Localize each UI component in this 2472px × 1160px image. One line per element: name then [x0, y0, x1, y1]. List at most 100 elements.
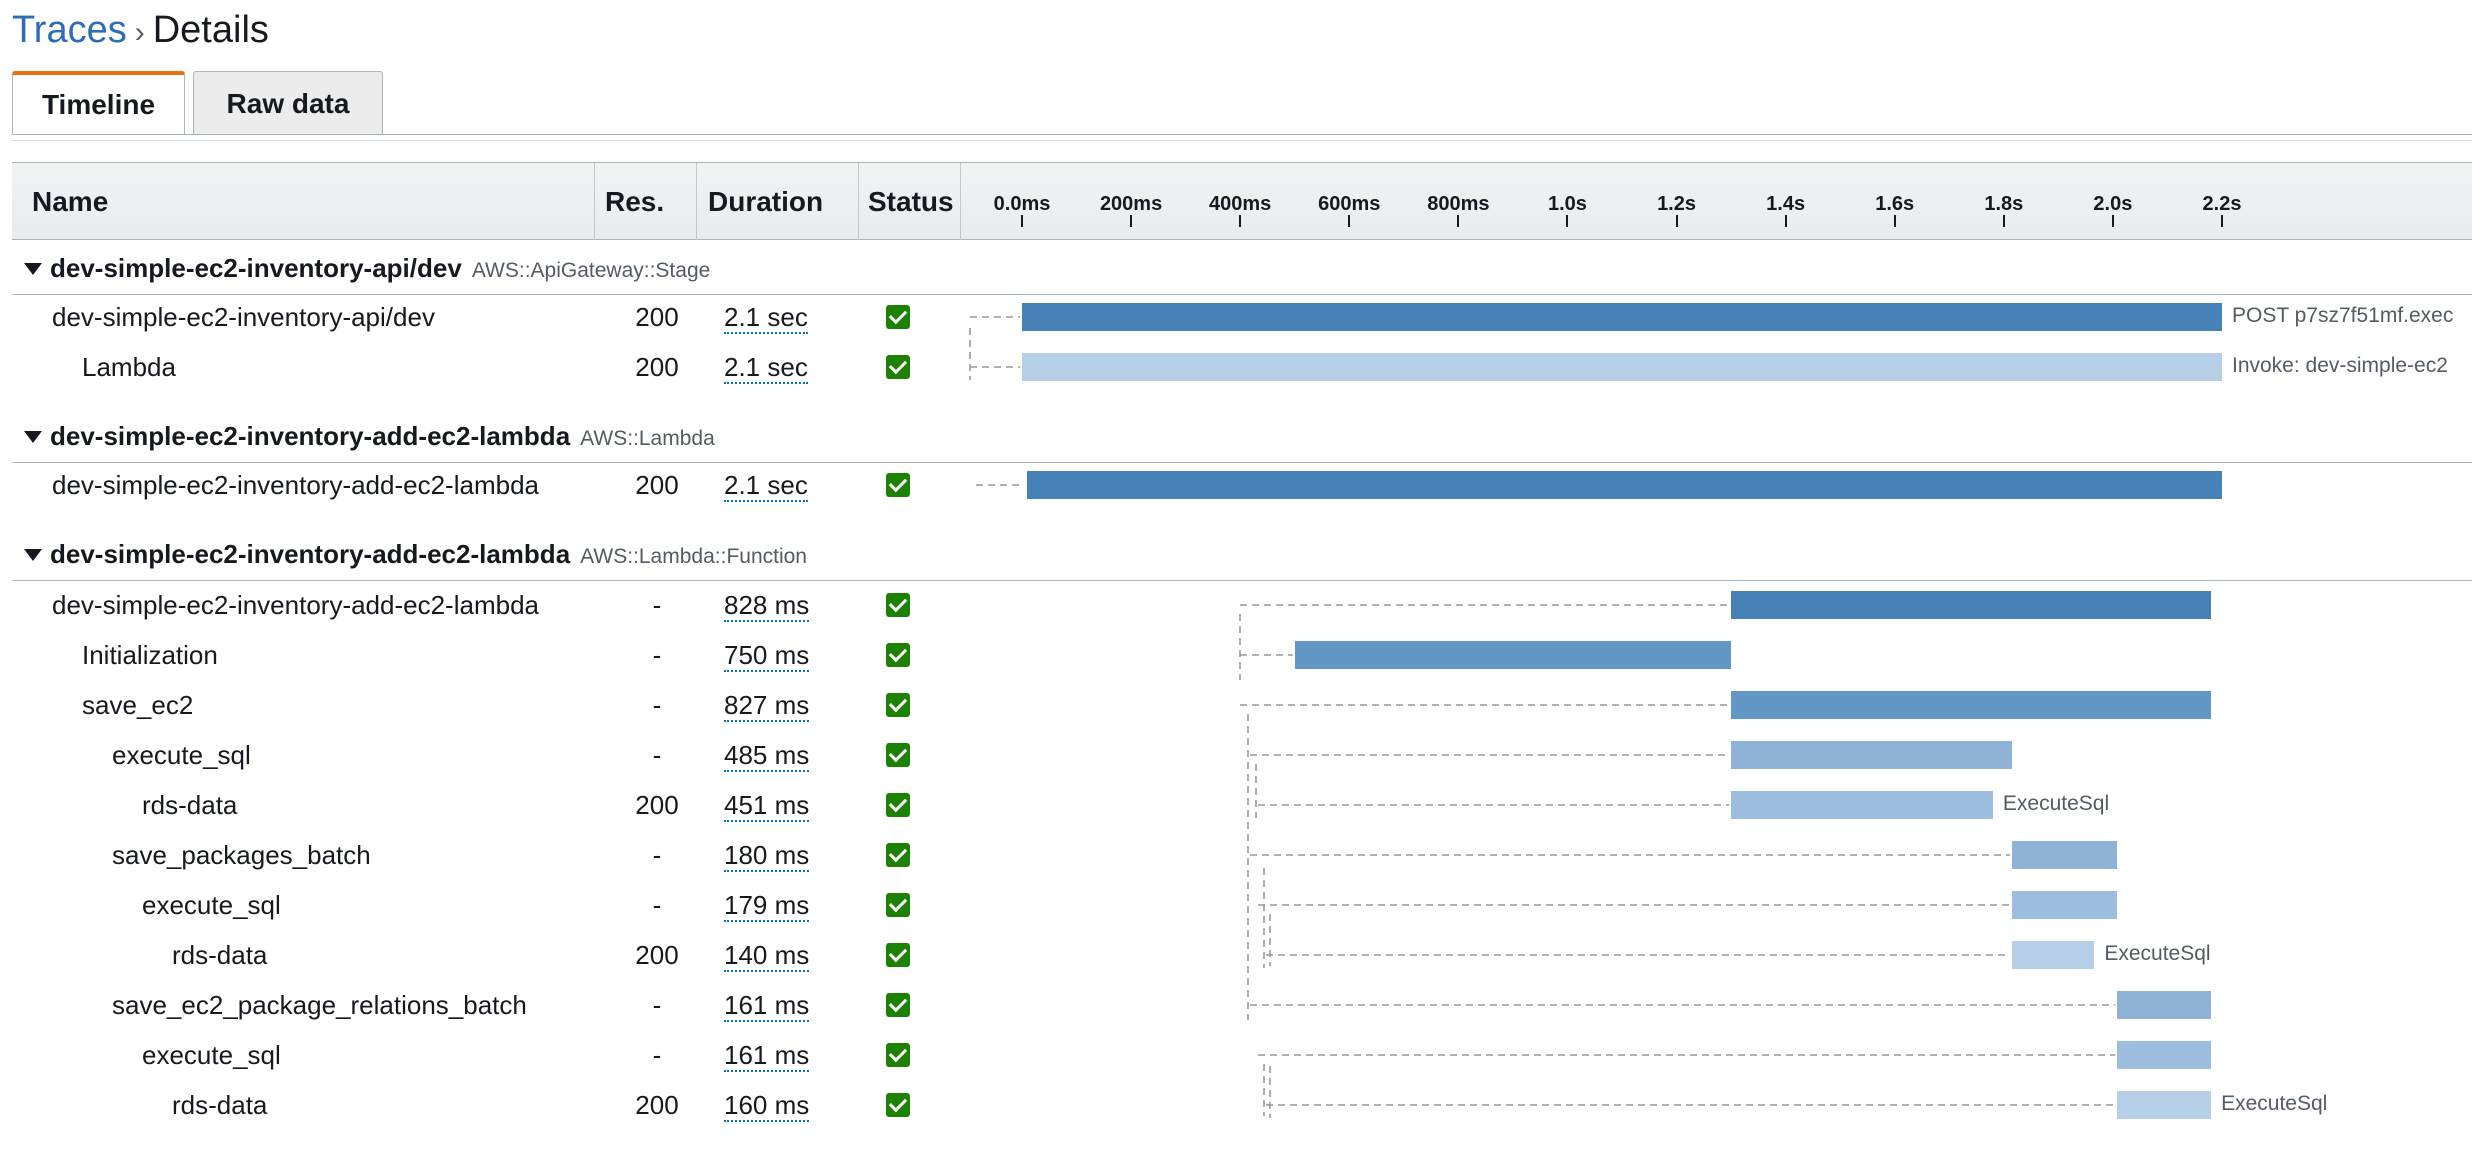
timeline-bar[interactable]: [1731, 791, 1993, 819]
tab-divider: [12, 134, 2472, 135]
status-ok-icon[interactable]: [886, 305, 910, 329]
timeline-bar[interactable]: [1027, 471, 2222, 499]
trace-row[interactable]: execute_sql - 485 ms: [12, 730, 2472, 780]
duration-value[interactable]: 2.1 sec: [724, 470, 808, 502]
segment-annotation: POST p7sz7f51mf.exec: [2231, 304, 2454, 327]
column-duration-header[interactable]: Duration: [708, 163, 823, 240]
status-ok-icon[interactable]: [886, 693, 910, 717]
status-ok-icon[interactable]: [886, 593, 910, 617]
duration-value[interactable]: 161 ms: [724, 990, 810, 1022]
status-ok-icon[interactable]: [886, 743, 910, 767]
segment-name: dev-simple-ec2-inventory-add-ec2-lambda: [52, 590, 539, 620]
trace-row[interactable]: dev-simple-ec2-inventory-api/dev 200 2.1 s…: [12, 292, 2472, 342]
group-name: dev-simple-ec2-inventory-api/dev AWS::Api…: [50, 253, 710, 284]
timeline-bar[interactable]: [2011, 891, 2118, 919]
status-ok-icon[interactable]: [886, 943, 910, 967]
status-ok-icon[interactable]: [886, 893, 910, 917]
trace-row[interactable]: Lambda 200 2.1 sec Invoke: dev-simple-ec2: [12, 342, 2472, 392]
column-status-header[interactable]: Status: [868, 163, 954, 240]
column-name-header[interactable]: Name: [32, 163, 108, 240]
status-ok-icon[interactable]: [886, 473, 910, 497]
duration-value[interactable]: 180 ms: [724, 840, 810, 872]
timeline-bar[interactable]: [1731, 691, 2212, 719]
axis-tick-mark: [1893, 215, 1896, 227]
timeline-bar[interactable]: [2117, 1041, 2212, 1069]
status-ok-icon[interactable]: [886, 1093, 910, 1117]
duration-value[interactable]: 160 ms: [724, 1090, 810, 1122]
tab-timeline[interactable]: Timeline: [12, 71, 185, 135]
timeline-bar[interactable]: [2117, 1091, 2212, 1119]
status-ok-icon[interactable]: [886, 993, 910, 1017]
status-ok-icon[interactable]: [886, 643, 910, 667]
axis-tick-mark: [1784, 215, 1787, 227]
timeline-bar[interactable]: [1022, 353, 2222, 381]
group-header[interactable]: dev-simple-ec2-inventory-add-ec2-lambda A…: [12, 531, 2472, 581]
status-ok-icon[interactable]: [886, 843, 910, 867]
status-ok-icon[interactable]: [886, 355, 910, 379]
duration-value[interactable]: 750 ms: [724, 640, 810, 672]
duration-value[interactable]: 828 ms: [724, 590, 810, 622]
group-name: dev-simple-ec2-inventory-add-ec2-lambda A…: [50, 539, 807, 570]
duration-value[interactable]: 161 ms: [724, 1040, 810, 1072]
duration-value[interactable]: 140 ms: [724, 940, 810, 972]
group-type: AWS::Lambda::Function: [580, 545, 807, 568]
segment-name: save_packages_batch: [112, 840, 371, 870]
duration-value[interactable]: 179 ms: [724, 890, 810, 922]
axis-tick-label: 1.0s: [1547, 193, 1587, 215]
axis-tick-label: 2.2s: [2202, 193, 2242, 215]
collapse-caret-icon[interactable]: [24, 263, 42, 275]
duration-value[interactable]: 485 ms: [724, 740, 810, 772]
trace-row[interactable]: dev-simple-ec2-inventory-add-ec2-lambda 2…: [12, 460, 2472, 510]
timeline-bar[interactable]: [1294, 641, 1732, 669]
trace-row[interactable]: save_ec2 - 827 ms: [12, 680, 2472, 730]
trace-row[interactable]: rds-data 200 451 ms ExecuteSql: [12, 780, 2472, 830]
group-header[interactable]: dev-simple-ec2-inventory-api/dev AWS::Api…: [12, 245, 2472, 295]
trace-row[interactable]: save_packages_batch - 180 ms: [12, 830, 2472, 880]
segment-name: rds-data: [172, 1090, 268, 1120]
segment-name: dev-simple-ec2-inventory-add-ec2-lambda: [52, 470, 539, 500]
breadcrumb-traces-link[interactable]: Traces: [12, 9, 127, 51]
breadcrumb-separator: ›: [134, 16, 145, 49]
response-code: -: [652, 640, 662, 670]
collapse-caret-icon[interactable]: [24, 549, 42, 561]
trace-row[interactable]: save_ec2_package_relations_batch - 161 ms: [12, 980, 2472, 1030]
segment-name: save_ec2: [82, 690, 194, 720]
timeline-bar[interactable]: [1731, 591, 2212, 619]
axis-tick-mark: [2220, 215, 2223, 227]
tab-raw-data[interactable]: Raw data: [193, 71, 383, 135]
group-type: AWS::Lambda: [580, 427, 715, 450]
axis-tick-mark: [2111, 215, 2114, 227]
axis-tick-mark: [1239, 215, 1242, 227]
column-divider: [960, 163, 961, 240]
timeline-bar[interactable]: [2011, 941, 2095, 969]
timeline-bar[interactable]: [2117, 991, 2212, 1019]
group-name: dev-simple-ec2-inventory-add-ec2-lambda A…: [50, 421, 715, 452]
trace-row[interactable]: rds-data 200 140 ms ExecuteSql: [12, 930, 2472, 980]
response-code: -: [652, 690, 662, 720]
trace-row[interactable]: execute_sql - 161 ms: [12, 1030, 2472, 1080]
timeline-bar[interactable]: [2011, 841, 2118, 869]
status-ok-icon[interactable]: [886, 1043, 910, 1067]
timeline-bar[interactable]: [1731, 741, 2012, 769]
trace-row[interactable]: Initialization - 750 ms: [12, 630, 2472, 680]
duration-value[interactable]: 451 ms: [724, 790, 810, 822]
trace-row[interactable]: rds-data 200 160 ms ExecuteSql: [12, 1080, 2472, 1130]
timeline-bar[interactable]: [1022, 303, 2222, 331]
table-header: Name Res. Duration Status 0.0ms 200ms 400m…: [12, 162, 2472, 240]
trace-row[interactable]: execute_sql - 179 ms: [12, 880, 2472, 930]
response-code: -: [652, 740, 662, 770]
group-header[interactable]: dev-simple-ec2-inventory-add-ec2-lambda A…: [12, 413, 2472, 463]
axis-tick-mark: [1675, 215, 1678, 227]
segment-name: execute_sql: [142, 1040, 281, 1070]
axis-tick-label: 1.4s: [1766, 193, 1806, 215]
segment-name: dev-simple-ec2-inventory-api/dev: [52, 302, 435, 332]
segment-name: Initialization: [82, 640, 218, 670]
column-res-header[interactable]: Res.: [605, 163, 664, 240]
duration-value[interactable]: 2.1 sec: [724, 352, 808, 384]
trace-row[interactable]: dev-simple-ec2-inventory-add-ec2-lambda -…: [12, 580, 2472, 630]
duration-value[interactable]: 2.1 sec: [724, 302, 808, 334]
axis-tick-label: 400ms: [1209, 193, 1272, 215]
status-ok-icon[interactable]: [886, 793, 910, 817]
collapse-caret-icon[interactable]: [24, 431, 42, 443]
duration-value[interactable]: 827 ms: [724, 690, 810, 722]
